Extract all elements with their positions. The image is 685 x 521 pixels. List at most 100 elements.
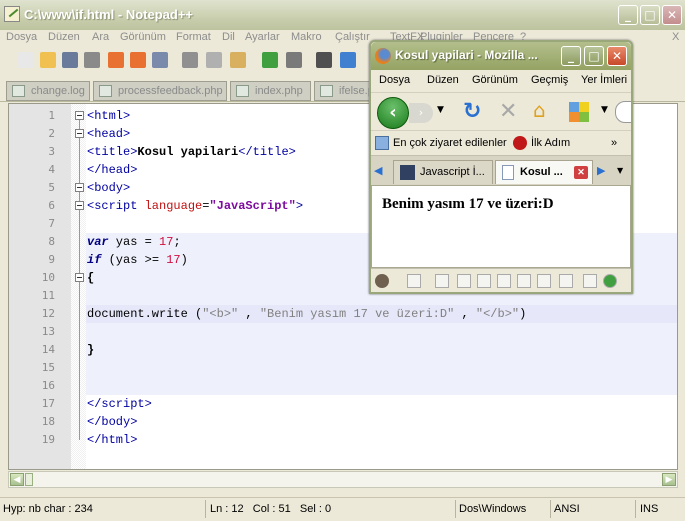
tab-kosul-active[interactable]: Kosul ... ✕ [495,160,593,184]
firefox-menu-item[interactable]: Geçmiş [531,74,568,86]
undo-icon[interactable] [517,274,531,288]
print-icon[interactable] [497,274,511,288]
line-number: 8 [48,235,55,248]
code-line: </html> [87,431,137,449]
new-file-icon[interactable] [18,52,34,68]
dropdown-icon[interactable]: ▼ [601,105,608,115]
save-icon[interactable] [62,52,78,68]
firefox-close-button[interactable]: ✕ [607,46,627,66]
line-number: 19 [41,433,55,446]
file-tab[interactable]: processfeedback.php [93,81,227,101]
menu-item[interactable]: Makro [291,31,322,43]
tab-scroll-left-icon[interactable]: ◀ [374,164,382,177]
address-bar[interactable] [615,101,631,123]
fold-toggle-icon[interactable] [75,129,84,138]
firefox-minimize-button[interactable]: _ [561,46,581,66]
tools-icon[interactable] [583,274,597,288]
mail-icon[interactable] [537,274,551,288]
page-icon[interactable] [407,274,421,288]
tab-close-icon[interactable]: ✕ [574,166,588,179]
info-icon[interactable] [603,274,617,288]
scroll-thumb[interactable] [25,473,33,486]
edit-icon[interactable] [435,274,449,288]
menu-item[interactable]: Dil [222,31,235,43]
firefox-maximize-button[interactable]: □ [584,46,604,66]
code-token-tag: </title> [238,145,296,159]
firefox-menu-item[interactable]: Yer İmleri [581,74,627,86]
forward-button[interactable]: › [409,103,433,123]
close-button[interactable]: ✕ [662,5,682,25]
reload-icon[interactable]: ↻ [463,99,481,124]
line-number: 1 [48,109,55,122]
menu-item[interactable]: Görünüm [120,31,166,43]
code-token-txt: ) [180,253,188,267]
line-number: 3 [48,145,55,158]
file-tab-icon [320,85,333,97]
stop-icon[interactable]: ✕ [499,99,517,124]
save-icon[interactable] [477,274,491,288]
paste-icon[interactable] [230,52,246,68]
scroll-right-button[interactable]: ▶ [662,473,676,486]
firefox-menu-item[interactable]: Görünüm [472,74,518,86]
menu-item[interactable]: Dosya [6,31,37,43]
history-dropdown-icon[interactable]: ▼ [437,105,444,115]
home-icon[interactable]: ⌂ [533,98,546,122]
undo-icon[interactable] [262,52,278,68]
minimize-button[interactable]: _ [618,5,638,25]
menu-close-button[interactable]: X [672,31,679,43]
code-token-tag: </body> [87,415,138,429]
menu-item[interactable]: Ayarlar [245,31,280,43]
back-button[interactable]: ‹ [377,97,409,129]
redo-icon[interactable] [286,52,302,68]
replace-icon[interactable] [340,52,356,68]
horizontal-scrollbar[interactable]: ◀ ▶ [8,471,678,488]
code-token-tag: </head> [87,163,138,177]
scroll-left-button[interactable]: ◀ [10,473,24,486]
code-token-txt: , [454,307,476,321]
chart-icon[interactable] [559,274,573,288]
tab-scroll-right-icon[interactable]: ▶ [597,164,605,177]
file-tab-icon [236,85,249,97]
firefox-menu-item[interactable]: Dosya [379,74,410,86]
cut-icon[interactable] [182,52,198,68]
file-tab[interactable]: change.log [6,81,90,101]
fold-toggle-icon[interactable] [75,201,84,210]
bookmark-most-visited[interactable]: En çok ziyaret edilenler [393,137,507,149]
menu-item[interactable]: Ara [92,31,109,43]
firefox-status-bar [371,268,631,292]
bookmark-first-steps[interactable]: İlk Adım [531,137,570,149]
fold-toggle-icon[interactable] [75,183,84,192]
web-icon[interactable] [457,274,471,288]
fold-toggle-icon[interactable] [75,273,84,282]
code-token-bold: { [87,271,95,285]
file-tab-icon [99,85,112,97]
firebug-icon[interactable] [375,274,389,288]
tab-list-icon[interactable]: ▼ [617,166,623,175]
status-separator [635,500,636,518]
menu-item[interactable]: Çalıştır [335,31,370,43]
firefox-title-bar: Kosul yapilari - Mozilla ... _ □ ✕ [371,42,631,70]
menu-item[interactable]: Format [176,31,211,43]
find-icon[interactable] [316,52,332,68]
code-line: <body> [87,179,130,197]
menu-item[interactable]: Düzen [48,31,80,43]
bookmarks-grid-icon[interactable] [569,102,589,122]
print-icon[interactable] [152,52,168,68]
open-file-icon[interactable] [40,52,56,68]
close-all-icon[interactable] [130,52,146,68]
line-number: 4 [48,163,55,176]
firefox-menu-item[interactable]: Düzen [427,74,459,86]
bookmarks-more-button[interactable]: » [611,137,617,149]
navigation-toolbar: ‹ › ▼ ↻ ✕ ⌂ ▼ [371,92,631,130]
code-token-tag: </html> [87,433,138,447]
save-all-icon[interactable] [84,52,100,68]
code-line: <html> [87,107,130,125]
code-token-txt: (yas >= [101,253,167,267]
code-line: if (yas >= 17) [87,251,188,269]
tab-javascript[interactable]: Javascript İ... [393,160,493,184]
fold-toggle-icon[interactable] [75,111,84,120]
close-icon[interactable] [108,52,124,68]
copy-icon[interactable] [206,52,222,68]
file-tab[interactable]: index.php [230,81,311,101]
maximize-button[interactable]: □ [640,5,660,25]
